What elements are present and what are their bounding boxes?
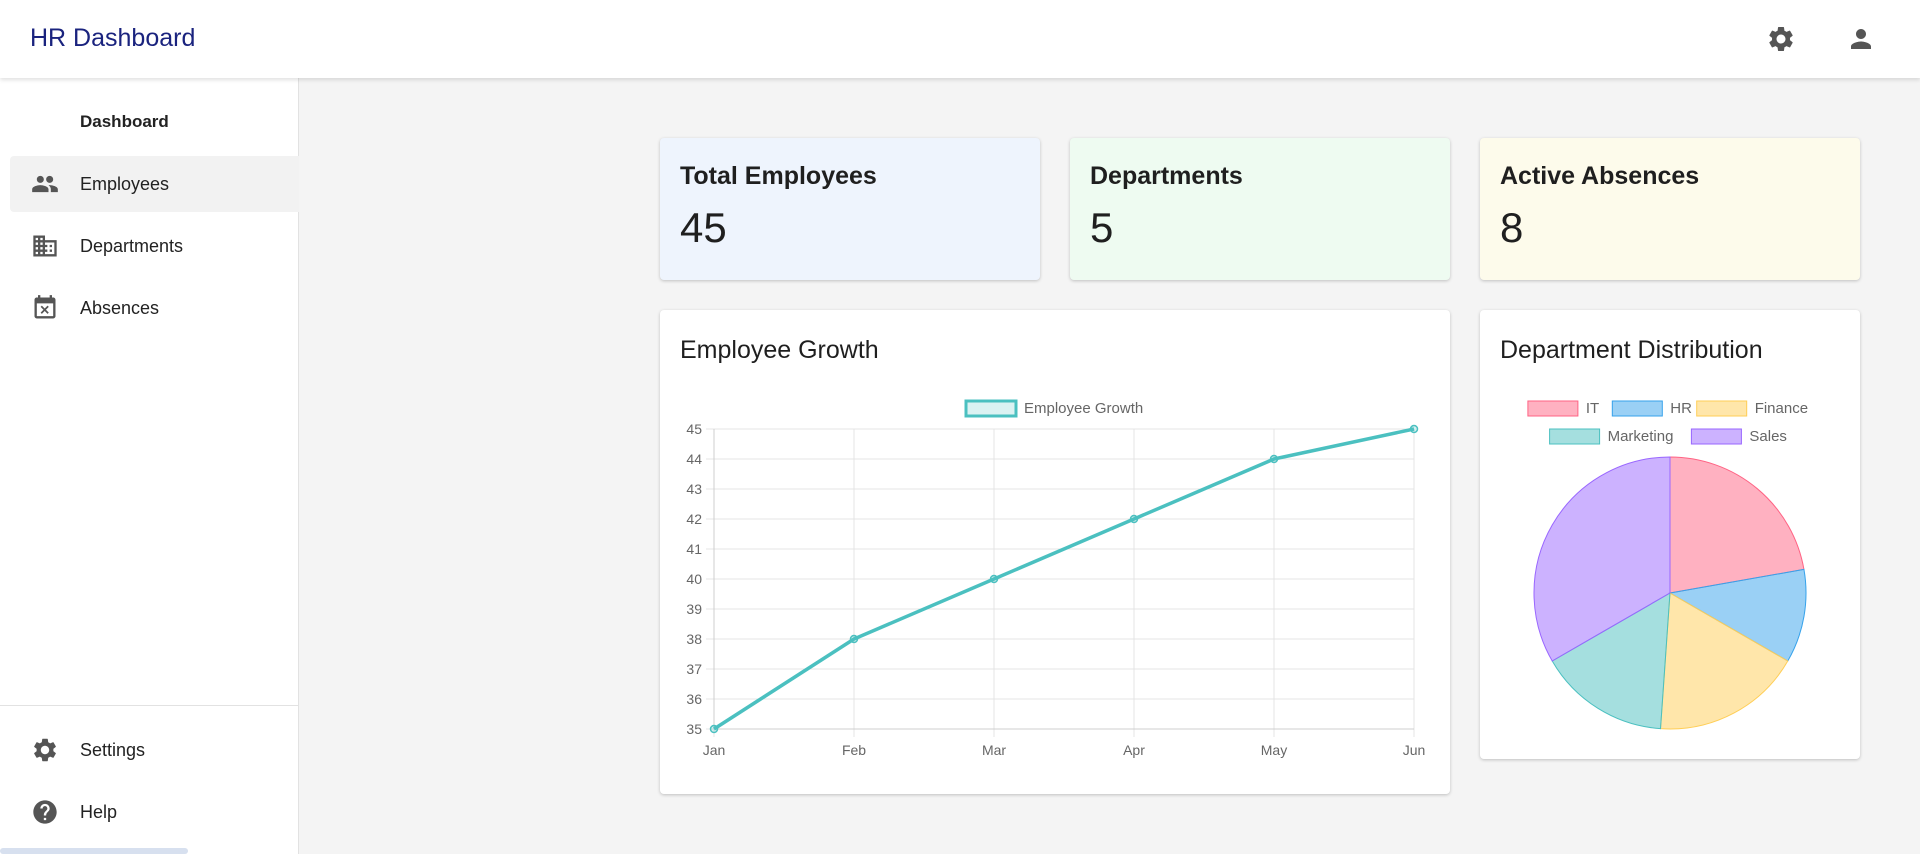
stat-title: Departments [1090,162,1243,190]
data-point [1409,424,1419,434]
stat-card-total-employees: Total Employees 45 [660,138,1040,280]
legend-label: IT [1586,400,1599,417]
y-tick-label: 37 [686,661,702,677]
people-icon [30,169,60,199]
stat-value: 45 [680,204,727,251]
sidebar-item-label: Help [80,801,118,822]
sidebar-item-label: Settings [80,739,146,760]
data-point [849,634,859,644]
distribution-chart-card: Department Distribution IT HR Finance Marke… [1480,310,1860,759]
y-tick-label: 41 [686,541,702,557]
department-distribution-chart: IT HR Finance Marketing Sales [1527,400,1808,730]
y-tick-label: 40 [686,571,702,587]
calendar-x-icon [30,293,60,323]
legend-label: Finance [1755,400,1808,417]
x-tick-label: Mar [982,742,1006,758]
y-tick-label: 38 [686,631,702,647]
app-bar: HR Dashboard [0,0,1920,78]
sidebar-item-settings[interactable]: Settings [10,722,299,778]
sidebar-item-employees[interactable]: Employees [10,156,299,212]
y-tick-label: 36 [686,691,702,707]
legend-swatch [1549,428,1601,445]
sidebar-scrollbar[interactable] [0,848,188,854]
data-point [1269,454,1279,464]
y-tick-label: 43 [686,481,702,497]
legend-label: Marketing [1608,428,1674,445]
x-tick-label: Jan [703,742,726,758]
x-tick-label: Jun [1403,742,1426,758]
y-tick-label: 45 [686,421,702,437]
sidebar-item-help[interactable]: Help [10,784,299,840]
y-tick-label: 35 [686,721,702,737]
growth-chart-card: Employee Growth Employee Growth 35 36 37 38 3… [660,310,1450,794]
sidebar-item-absences[interactable]: Absences [10,280,299,336]
legend-label: HR [1670,400,1692,417]
y-tick-label: 39 [686,601,702,617]
x-tick-label: Apr [1123,742,1145,758]
legend-label: Sales [1749,428,1787,445]
stat-value: 5 [1090,204,1114,251]
legend-swatch [1696,400,1748,417]
stat-value: 8 [1500,204,1524,251]
stat-card-active-absences: Active Absences 8 [1480,138,1860,280]
x-tick-label: May [1261,742,1287,758]
sidebar-item-label: Dashboard [80,112,169,131]
sidebar-item-departments[interactable]: Departments [10,218,299,274]
sidebar-item-dashboard[interactable]: Dashboard [10,94,299,150]
legend-swatch [1690,428,1742,445]
help-icon [30,797,60,827]
stat-card-departments: Departments 5 [1070,138,1450,280]
person-icon[interactable] [1842,20,1880,58]
sidebar-item-label: Departments [80,235,184,256]
legend-swatch [1527,400,1579,417]
legend-swatch [1611,400,1663,417]
y-tick-label: 44 [686,451,702,467]
y-tick-label: 42 [686,511,702,527]
app-title: HR Dashboard [30,24,196,52]
sidebar-item-label: Employees [80,173,170,194]
legend-swatch [964,399,1018,418]
stat-title: Total Employees [680,162,877,190]
building-icon [30,231,60,261]
sidebar-item-label: Absences [80,297,160,318]
sidebar-divider [0,705,299,706]
chart-title: Department Distribution [1500,336,1763,364]
x-tick-label: Feb [842,742,866,758]
data-point [709,724,719,734]
data-point [1129,514,1139,524]
legend-label: Employee Growth [1024,400,1143,417]
employee-growth-chart: Employee Growth 35 36 37 38 39 40 41 42 43 44 45 Jan… [686,399,1426,758]
gear-icon [30,735,60,765]
gear-icon[interactable] [1762,20,1800,58]
stat-title: Active Absences [1500,162,1700,190]
chart-title: Employee Growth [680,336,879,364]
sidebar: Dashboard Employees Departments Absences… [0,78,299,854]
data-point [989,574,999,584]
